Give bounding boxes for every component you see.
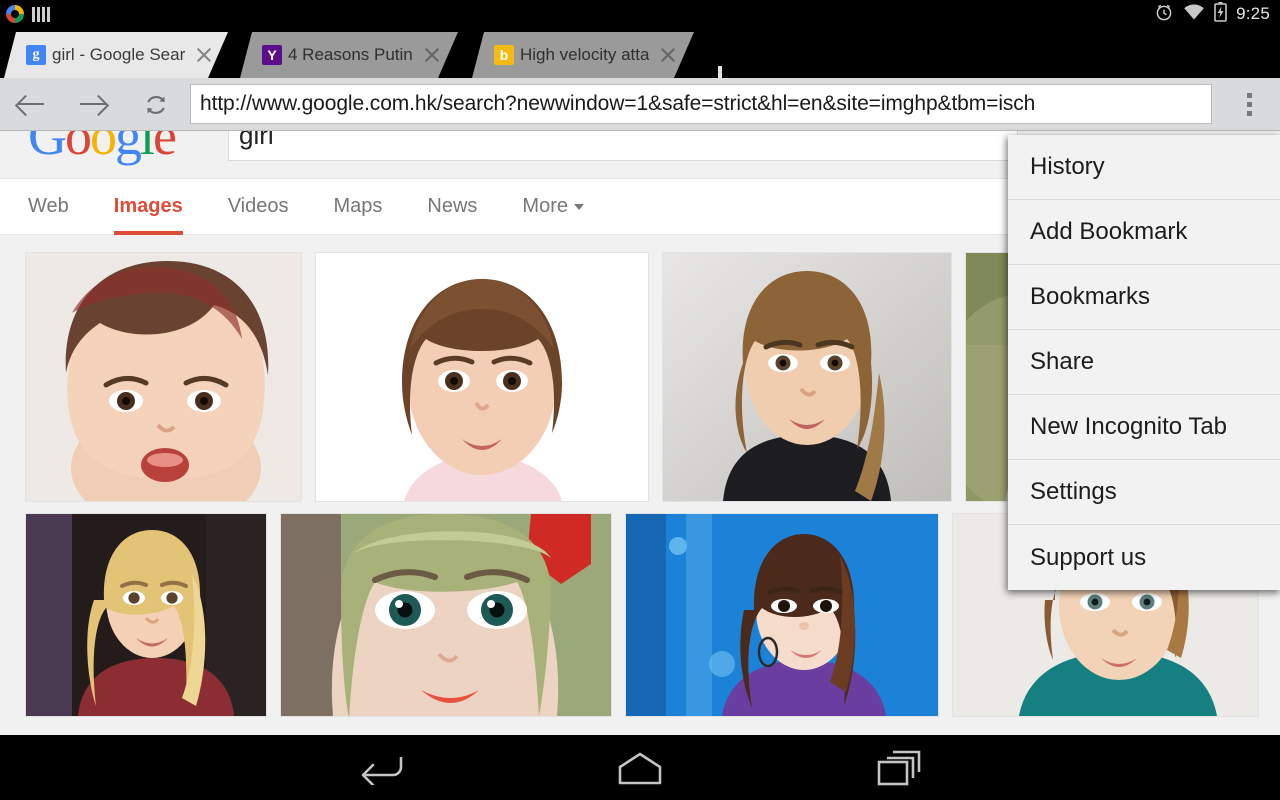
browser-tab-strip: g girl - Google Sear Y 4 Reasons Putin b… — [0, 28, 1280, 94]
overflow-menu: History Add Bookmark Bookmarks Share New… — [1008, 135, 1280, 590]
tab-images[interactable]: Images — [113, 179, 183, 235]
pinwheel-icon — [6, 5, 24, 23]
image-result-asian-girl-blue-background[interactable] — [626, 514, 938, 716]
tab-title: girl - Google Sear — [52, 45, 186, 64]
browser-tab-1[interactable]: Y 4 Reasons Putin — [240, 32, 458, 78]
nav-recents-button[interactable] — [800, 750, 1000, 786]
browser-tab-0[interactable]: g girl - Google Sear — [4, 32, 228, 78]
android-navigation-bar — [0, 735, 1280, 800]
google-favicon: g — [26, 45, 46, 65]
tab-more[interactable]: More — [522, 179, 584, 235]
battery-charging-icon — [1214, 1, 1227, 27]
logo-letter: o — [65, 131, 92, 166]
bing-favicon: b — [494, 45, 514, 65]
image-result-green-hair-doll-face[interactable] — [281, 514, 611, 716]
nav-home-button[interactable] — [540, 751, 740, 785]
browser-toolbar: http://www.google.com.hk/search?newwindo… — [0, 78, 1280, 131]
status-bar-notifications — [0, 5, 50, 23]
nav-back-button[interactable] — [280, 751, 480, 785]
back-icon — [357, 751, 403, 785]
back-button[interactable] — [0, 78, 62, 130]
wifi-icon — [1183, 3, 1205, 26]
tab-label: Images — [113, 195, 183, 217]
chevron-down-icon — [574, 203, 584, 210]
overflow-menu-button[interactable] — [1218, 78, 1280, 130]
overflow-menu-icon — [1246, 92, 1252, 98]
forward-button[interactable] — [62, 78, 124, 130]
menu-item-new-incognito-tab[interactable]: New Incognito Tab — [1008, 395, 1280, 460]
menu-item-settings[interactable]: Settings — [1008, 460, 1280, 525]
tab-label: Maps — [333, 195, 383, 217]
tab-title: High velocity atta — [520, 45, 650, 64]
status-bar-system-icons: 9:25 — [1154, 1, 1280, 27]
image-result-toddler-girl-brown-hair[interactable] — [26, 253, 301, 501]
google-search-input[interactable]: girl — [228, 131, 1018, 161]
tab-label: News — [427, 195, 478, 217]
forward-arrow-icon — [78, 93, 110, 116]
logo-letter: o — [90, 131, 117, 166]
browser-tab-2[interactable]: b High velocity atta — [472, 32, 694, 78]
tab-maps[interactable]: Maps — [334, 179, 383, 235]
tab-title: 4 Reasons Putin — [288, 45, 413, 64]
google-logo[interactable]: Google — [28, 131, 177, 167]
tab-close-icon[interactable] — [657, 44, 679, 66]
menu-item-bookmarks[interactable]: Bookmarks — [1008, 265, 1280, 330]
home-icon — [616, 751, 664, 785]
tab-close-icon[interactable] — [421, 44, 443, 66]
menu-item-add-bookmark[interactable]: Add Bookmark — [1008, 200, 1280, 265]
yahoo-favicon: Y — [262, 45, 282, 65]
logo-letter: e — [153, 131, 177, 166]
image-result-woman-portrait-grey-bg[interactable] — [663, 253, 951, 501]
tab-label: Videos — [227, 195, 289, 217]
image-result-young-girl-bangs-white-bg[interactable] — [316, 253, 648, 501]
tab-label: More — [522, 195, 568, 217]
bars-icon — [32, 6, 50, 22]
tab-news[interactable]: News — [427, 179, 477, 235]
tab-web[interactable]: Web — [28, 179, 69, 235]
menu-item-support-us[interactable]: Support us — [1008, 525, 1280, 590]
recents-icon — [877, 750, 923, 786]
tab-videos[interactable]: Videos — [228, 179, 289, 235]
alarm-icon — [1154, 2, 1174, 27]
logo-letter: G — [28, 131, 67, 166]
status-bar-clock: 9:25 — [1236, 4, 1270, 23]
reload-icon — [142, 91, 168, 117]
logo-letter: l — [140, 131, 155, 166]
device-screen: 9:25 g girl - Google Sear Y 4 Reasons Pu… — [0, 0, 1280, 800]
image-result-blonde-woman-smiling[interactable] — [26, 514, 266, 716]
back-arrow-icon — [14, 93, 46, 116]
android-status-bar: 9:25 — [0, 0, 1280, 28]
url-bar[interactable]: http://www.google.com.hk/search?newwindo… — [190, 84, 1212, 124]
url-text: http://www.google.com.hk/search?newwindo… — [200, 92, 1036, 115]
logo-letter: g — [115, 131, 142, 166]
menu-item-history[interactable]: History — [1008, 135, 1280, 200]
menu-item-share[interactable]: Share — [1008, 330, 1280, 395]
tab-close-icon[interactable] — [193, 44, 215, 66]
tab-label: Web — [28, 195, 69, 217]
reload-button[interactable] — [124, 78, 186, 130]
